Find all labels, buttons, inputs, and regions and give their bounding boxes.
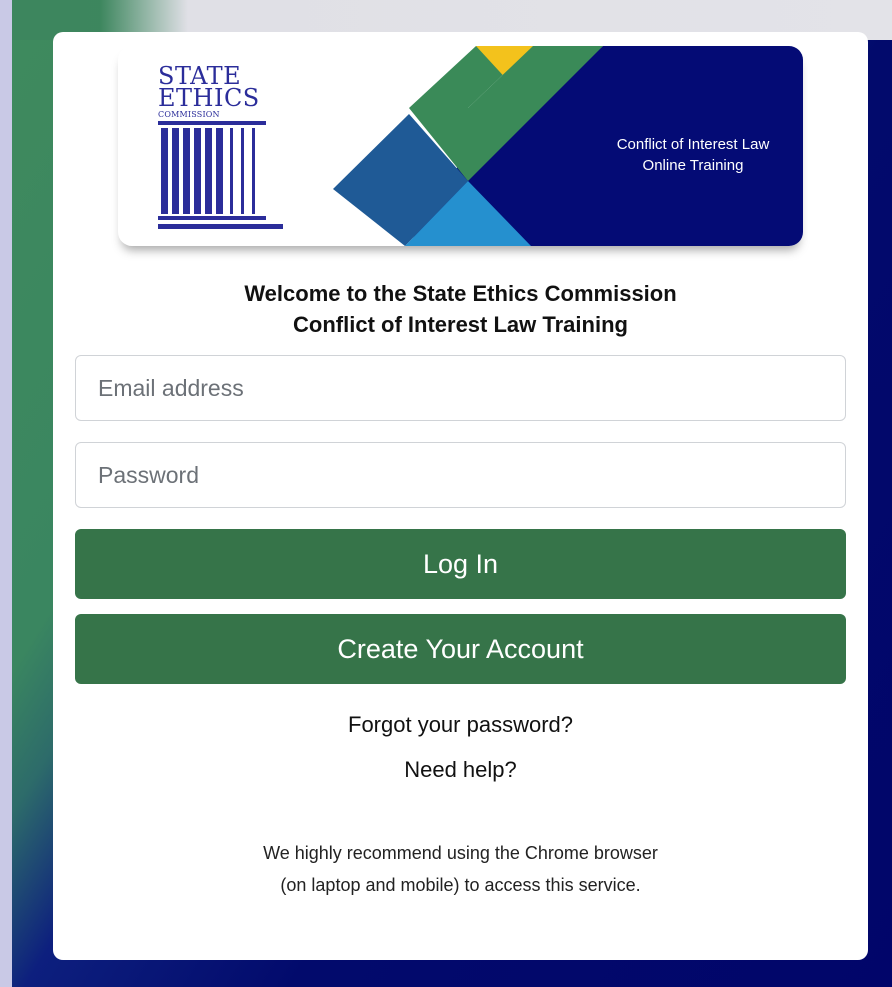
login-button[interactable]: Log In [75, 529, 846, 599]
browser-notice-line2: (on laptop and mobile) to access this se… [280, 875, 641, 895]
login-card: State Ethics Commission Conflict of Inte… [53, 32, 868, 960]
columns-icon [158, 121, 283, 229]
forgot-password-link[interactable]: Forgot your password? [53, 712, 868, 738]
state-ethics-logo: State Ethics Commission [158, 64, 288, 234]
password-field[interactable] [75, 442, 846, 508]
browser-notice-line1: We highly recommend using the Chrome bro… [263, 843, 658, 863]
banner-caption: Conflict of Interest Law Online Training [588, 134, 798, 176]
browser-notice: We highly recommend using the Chrome bro… [53, 837, 868, 901]
need-help-link[interactable]: Need help? [53, 757, 868, 783]
email-field[interactable] [75, 355, 846, 421]
banner-caption-line1: Conflict of Interest Law [616, 136, 770, 153]
welcome-heading: Welcome to the State Ethics Commission C… [53, 278, 868, 340]
banner-caption-line2: Online Training [642, 157, 744, 174]
welcome-line1: Welcome to the State Ethics Commission [244, 281, 677, 306]
training-banner: State Ethics Commission Conflict of Inte… [118, 46, 803, 246]
create-account-button[interactable]: Create Your Account [75, 614, 846, 684]
welcome-line2: Conflict of Interest Law Training [293, 312, 628, 337]
